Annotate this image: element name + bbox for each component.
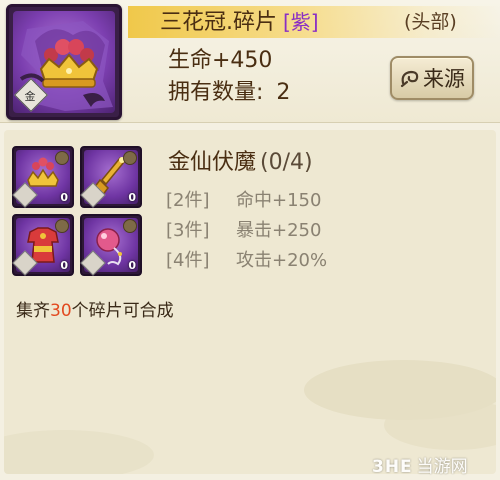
synthesis-count: 30 [50,301,72,321]
owned-count: 2 [276,80,291,105]
item-slot: (头部) [404,11,457,33]
fragment-badge [55,219,69,233]
watermark: 3HE 当游网 [372,452,468,477]
fragment-badge [55,151,69,165]
set-bonus-pieces: [3件] [166,220,210,241]
synthesis-hint: 集齐30个碎片可合成 [16,296,174,321]
synthesis-prefix: 集齐 [16,301,50,321]
set-bonus-effect: 暴击+250 [236,220,322,241]
owned-quantity: 拥有数量: 2 [168,74,290,106]
set-bonus-effect: 命中+150 [236,190,322,211]
set-name: 金仙伏魔 [168,150,257,175]
fragment-badge [123,219,137,233]
set-bonus-effect: 攻击+20% [236,250,328,271]
set-piece-robe[interactable]: 0 [12,214,74,276]
source-button-label: 来源 [423,67,465,91]
owned-label: 拥有数量: [168,80,264,105]
fragment-count: 0 [60,259,68,272]
set-title: 金仙伏魔 (0/4) [168,144,313,176]
set-bonus-row: [2件] 命中+150 [166,186,321,212]
set-bonus-row: [4件] 攻击+20% [166,246,327,272]
fragment-badge [123,151,137,165]
item-stat: 生命+450 [168,48,273,73]
set-bonus-row: [3件] 暴击+250 [166,216,321,242]
cloud-decoration [384,400,496,450]
crown-fragment-icon: 金 [13,11,115,113]
set-piece-crown[interactable]: 0 [12,146,74,208]
item-name: 三花冠.碎片 [160,10,277,35]
item-grade: [紫] [283,10,319,34]
fragment-count: 0 [128,259,136,272]
fragment-count: 0 [128,191,136,204]
set-bonus-pieces: [4件] [166,250,210,271]
swirl-icon [400,70,419,88]
synthesis-suffix: 个碎片可合成 [71,301,174,321]
set-progress: (0/4) [260,150,313,175]
source-button[interactable]: 来源 [390,56,474,100]
watermark-text: 当游网 [416,457,468,477]
item-title: 三花冠.碎片 [紫] [160,6,319,38]
item-fragment-icon-frame: 金 [6,4,122,120]
tier-badge-label: 金 [24,90,36,103]
watermark-brand: 3HE [372,457,413,477]
set-piece-scepter[interactable]: 0 [80,146,142,208]
set-bonus-pieces: [2件] [166,190,210,211]
set-piece-orb[interactable]: 0 [80,214,142,276]
cloud-decoration [4,430,154,474]
fragment-count: 0 [60,191,68,204]
